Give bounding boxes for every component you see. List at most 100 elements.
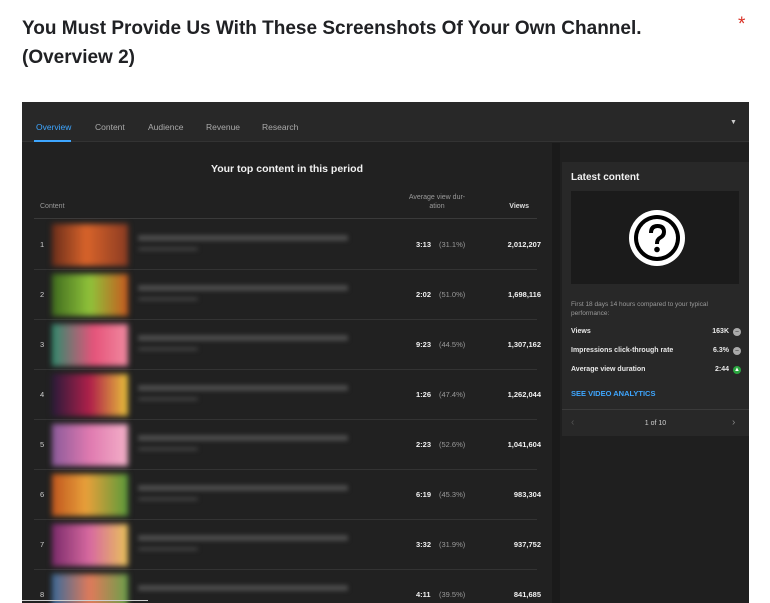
video-title-blurred (138, 535, 348, 541)
video-subtitle-blurred (138, 547, 198, 551)
video-thumbnail[interactable] (52, 474, 128, 516)
video-subtitle-blurred (138, 247, 198, 251)
row-percent: (31.9%) (439, 540, 466, 549)
help-circle-icon (629, 210, 685, 266)
metric-avg-view-duration: Average view duration 2:44 ▲ (571, 366, 741, 378)
row-percent: (45.3%) (439, 490, 466, 499)
see-video-analytics-link[interactable]: SEE VIDEO ANALYTICS (571, 389, 655, 398)
row-percent: (44.5%) (439, 340, 466, 349)
video-thumbnail[interactable] (52, 324, 128, 366)
row-duration: 9:23 (416, 340, 432, 349)
row-duration: 1:26 (416, 390, 432, 399)
row-views: 2,012,207 (507, 240, 541, 249)
latest-video-thumbnail[interactable] (571, 191, 739, 284)
video-subtitle-blurred (138, 297, 198, 301)
table-row[interactable]: 7 3:32 (31.9%) 937,752 (34, 520, 541, 570)
video-thumbnail[interactable] (52, 574, 128, 603)
chevron-right-icon[interactable]: › (732, 417, 735, 428)
metric-ctr: Impressions click-through rate 6.3% – (571, 347, 741, 359)
pager-count: 1 of 10 (644, 420, 667, 427)
metric-label: Impressions click-through rate (571, 347, 674, 354)
row-percent: (47.4%) (439, 390, 466, 399)
video-thumbnail[interactable] (52, 524, 128, 566)
metric-value: 2:44 (714, 366, 729, 373)
row-index: 5 (40, 440, 45, 449)
video-thumbnail[interactable] (52, 424, 128, 466)
row-index: 8 (40, 590, 45, 599)
row-views: 983,304 (513, 490, 541, 499)
video-title-blurred (138, 285, 348, 291)
column-views: Views (509, 203, 529, 210)
video-title-blurred (138, 585, 348, 591)
row-index: 1 (40, 240, 45, 249)
row-views: 937,752 (513, 540, 541, 549)
table-row[interactable]: 6 6:19 (45.3%) 983,304 (34, 470, 541, 520)
table-row[interactable]: 4 1:26 (47.4%) 1,262,044 (34, 370, 541, 420)
video-title-blurred (138, 435, 348, 441)
tab-audience[interactable]: Audience (148, 122, 183, 132)
top-content-title: Your top content in this period (210, 163, 364, 175)
row-percent: (52.6%) (439, 440, 466, 449)
row-views: 1,262,044 (507, 390, 541, 399)
tab-content[interactable]: Content (95, 122, 125, 132)
video-thumbnail[interactable] (52, 374, 128, 416)
row-views: 1,307,162 (507, 340, 541, 349)
analytics-tabbar: Overview Content Audience Revenue Resear… (22, 102, 749, 142)
row-percent: (31.1%) (439, 240, 466, 249)
row-percent: (51.0%) (439, 290, 466, 299)
table-row[interactable]: 5 2:23 (52.6%) 1,041,604 (34, 420, 541, 470)
neutral-status-icon: – (733, 347, 741, 355)
panel-divider (552, 143, 560, 603)
row-views: 1,698,116 (508, 290, 541, 299)
metric-value: 6.3% (713, 347, 729, 354)
latest-content-panel: Latest content First 18 days 14 hours co… (560, 143, 749, 603)
required-asterisk: * (738, 14, 746, 35)
video-title-blurred (138, 235, 348, 241)
row-duration: 2:23 (416, 440, 432, 449)
table-row[interactable]: 1 3:13 (31.1%) 2,012,207 (34, 220, 541, 270)
metric-label: Views (571, 328, 591, 335)
metric-views: Views 163K – (571, 328, 741, 340)
latest-content-title: Latest content (571, 172, 640, 183)
video-title-blurred (138, 485, 348, 491)
analytics-screenshot: Overview Content Audience Revenue Resear… (22, 102, 749, 603)
video-thumbnail[interactable] (52, 274, 128, 316)
tab-overview[interactable]: Overview (36, 122, 71, 132)
row-duration: 3:13 (416, 240, 432, 249)
video-subtitle-blurred (138, 447, 198, 451)
metric-value: 163K (712, 328, 729, 335)
header-divider (34, 218, 537, 219)
video-title-blurred (138, 335, 348, 341)
video-subtitle-blurred (138, 397, 198, 401)
card-divider (562, 409, 749, 410)
row-index: 4 (40, 390, 45, 399)
column-content: Content (40, 203, 65, 210)
row-duration: 6:19 (416, 490, 432, 499)
video-title-blurred (138, 385, 348, 391)
top-content-panel: Your top content in this period Content … (22, 143, 552, 603)
row-index: 6 (40, 490, 45, 499)
table-row[interactable]: 8 4:11 (39.5%) 841,685 (34, 570, 541, 603)
latest-content-card: Latest content First 18 days 14 hours co… (562, 162, 749, 436)
table-row[interactable]: 3 9:23 (44.5%) 1,307,162 (34, 320, 541, 370)
row-duration: 3:32 (416, 540, 432, 549)
row-views: 841,685 (513, 590, 541, 599)
metric-label: Average view duration (571, 366, 646, 373)
column-avg-view-duration: Average view dur-ation (408, 194, 466, 210)
tab-revenue[interactable]: Revenue (206, 122, 240, 132)
row-index: 7 (40, 540, 45, 549)
row-duration: 2:02 (416, 290, 432, 299)
question-title: You Must Provide Us With These Screensho… (22, 18, 642, 68)
upload-field-edge (22, 600, 148, 601)
video-thumbnail[interactable] (52, 224, 128, 266)
tab-research[interactable]: Research (262, 122, 298, 132)
table-row[interactable]: 2 2:02 (51.0%) 1,698,116 (34, 270, 541, 320)
video-subtitle-blurred (138, 497, 198, 501)
row-percent: (39.5%) (439, 590, 466, 599)
dropdown-caret-icon[interactable]: ▼ (730, 119, 737, 126)
trend-up-icon: ▲ (733, 366, 741, 374)
video-subtitle-blurred (138, 347, 198, 351)
active-tab-indicator (34, 140, 71, 142)
row-index: 3 (40, 340, 45, 349)
neutral-status-icon: – (733, 328, 741, 336)
